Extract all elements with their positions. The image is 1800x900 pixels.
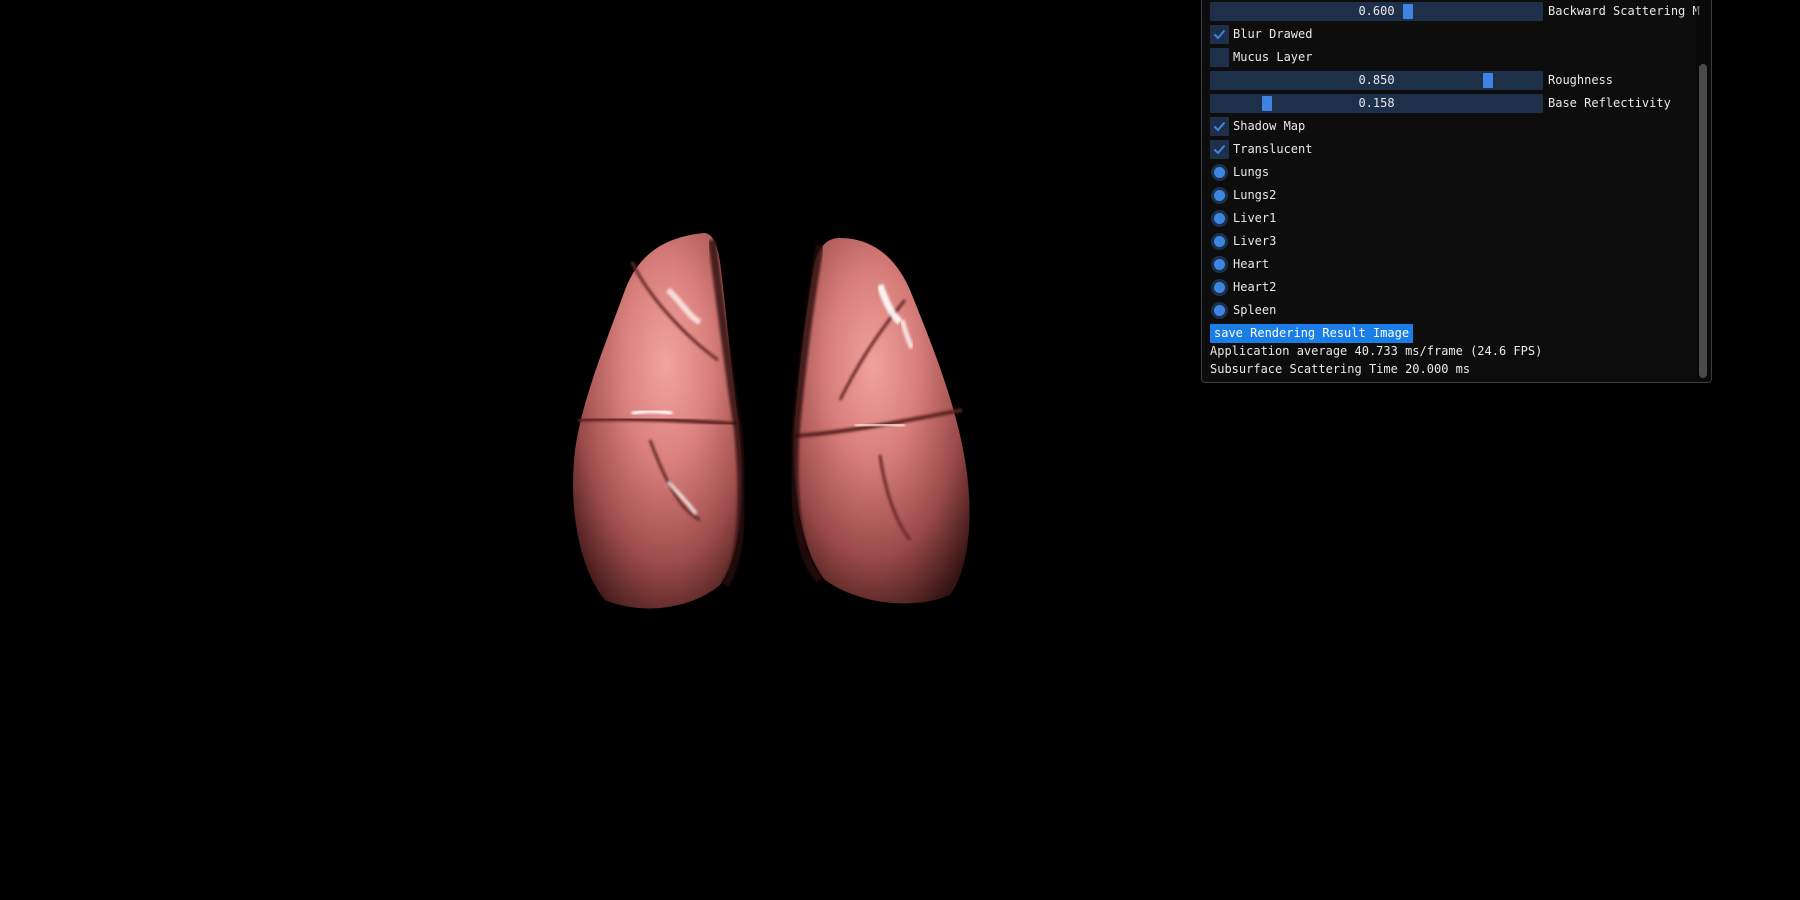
blur-drawed-checkbox[interactable]	[1210, 25, 1229, 44]
radio-dot-icon	[1214, 190, 1225, 201]
slider-value: 0.850	[1358, 73, 1395, 87]
radio-heart2[interactable]: Heart2	[1210, 277, 1700, 297]
checkbox-label: Mucus Layer	[1233, 50, 1313, 64]
right-lung	[790, 238, 970, 604]
translucent-row[interactable]: Translucent	[1210, 139, 1700, 159]
checkmark-icon	[1213, 144, 1226, 155]
radio-label: Heart2	[1233, 280, 1277, 294]
radio-label: Lungs2	[1233, 188, 1277, 202]
panel-content: 0.600 Backward Scattering M Blur Drawed …	[1210, 0, 1700, 382]
radio-lungs[interactable]: Lungs	[1210, 162, 1700, 182]
panel-scrollbar[interactable]	[1696, 0, 1710, 381]
slider-grab[interactable]	[1483, 73, 1494, 88]
radio-label: Heart	[1233, 257, 1270, 271]
roughness-row: 0.850 Roughness	[1210, 70, 1700, 90]
radio-spleen[interactable]: Spleen	[1210, 300, 1700, 320]
radio-dot-icon	[1214, 305, 1225, 316]
checkmark-icon	[1213, 121, 1226, 132]
left-lung	[573, 233, 746, 609]
slider-grab[interactable]	[1403, 4, 1414, 19]
translucent-checkbox[interactable]	[1210, 140, 1229, 159]
radio-label: Spleen	[1233, 303, 1277, 317]
blur-drawed-row[interactable]: Blur Drawed	[1210, 24, 1700, 44]
checkbox-label: Shadow Map	[1233, 119, 1306, 133]
shadow-map-row[interactable]: Shadow Map	[1210, 116, 1700, 136]
save-row: save Rendering Result Image	[1210, 323, 1700, 343]
radio-dot-icon	[1214, 282, 1225, 293]
checkbox-label: Translucent	[1233, 142, 1313, 156]
scrollbar-grab[interactable]	[1699, 64, 1707, 378]
radio-button[interactable]	[1211, 279, 1228, 296]
fps-text: Application average 40.733 ms/frame (24.…	[1210, 344, 1543, 358]
backward-scattering-row: 0.600 Backward Scattering M	[1210, 1, 1700, 21]
checkmark-icon	[1213, 29, 1226, 40]
settings-panel: 0.600 Backward Scattering M Blur Drawed …	[1201, 0, 1712, 383]
radio-lungs2[interactable]: Lungs2	[1210, 185, 1700, 205]
mucus-layer-checkbox[interactable]	[1210, 48, 1229, 67]
radio-liver3[interactable]: Liver3	[1210, 231, 1700, 251]
save-rendering-button[interactable]: save Rendering Result Image	[1210, 324, 1414, 343]
radio-dot-icon	[1214, 213, 1225, 224]
radio-button[interactable]	[1211, 256, 1228, 273]
slider-label: Roughness	[1548, 73, 1614, 87]
checkbox-label: Blur Drawed	[1233, 27, 1313, 41]
radio-dot-icon	[1214, 167, 1225, 178]
backward-scattering-slider[interactable]: 0.600	[1210, 2, 1543, 21]
radio-button[interactable]	[1211, 233, 1228, 250]
radio-dot-icon	[1214, 236, 1225, 247]
radio-dot-icon	[1214, 259, 1225, 270]
radio-label: Liver3	[1233, 234, 1277, 248]
radio-heart[interactable]: Heart	[1210, 254, 1700, 274]
radio-label: Lungs	[1233, 165, 1270, 179]
slider-grab[interactable]	[1262, 96, 1273, 111]
mucus-layer-row[interactable]: Mucus Layer	[1210, 47, 1700, 67]
slider-label: Backward Scattering M	[1548, 4, 1700, 18]
roughness-slider[interactable]: 0.850	[1210, 71, 1543, 90]
slider-value: 0.600	[1358, 4, 1395, 18]
radio-button[interactable]	[1211, 210, 1228, 227]
slider-value: 0.158	[1358, 96, 1395, 110]
sss-time-text: Subsurface Scattering Time 20.000 ms	[1210, 362, 1471, 376]
shadow-map-checkbox[interactable]	[1210, 117, 1229, 136]
radio-button[interactable]	[1211, 302, 1228, 319]
radio-liver1[interactable]: Liver1	[1210, 208, 1700, 228]
radio-button[interactable]	[1211, 187, 1228, 204]
radio-label: Liver1	[1233, 211, 1277, 225]
base-reflectivity-slider[interactable]: 0.158	[1210, 94, 1543, 113]
radio-button[interactable]	[1211, 164, 1228, 181]
slider-label: Base Reflectivity	[1548, 96, 1671, 110]
base-reflectivity-row: 0.158 Base Reflectivity	[1210, 93, 1700, 113]
